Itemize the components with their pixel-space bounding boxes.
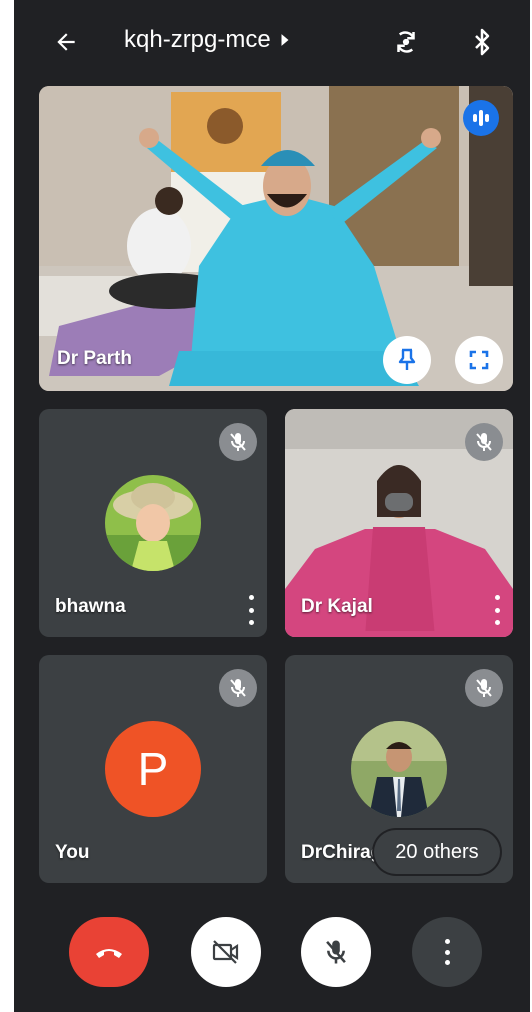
avatar xyxy=(105,475,201,571)
muted-mic-icon xyxy=(219,669,257,707)
fullscreen-button[interactable] xyxy=(455,336,503,384)
muted-mic-icon xyxy=(219,423,257,461)
participant-video xyxy=(39,86,513,391)
participant-tile[interactable]: bhawna xyxy=(39,409,267,637)
pin-icon xyxy=(398,348,416,370)
more-options-button[interactable] xyxy=(412,917,482,987)
bluetooth-icon[interactable] xyxy=(466,24,498,60)
meet-call-screen: kqh-zrpg-mce Dr Parth bhawna Dr Kajal P … xyxy=(14,0,530,1012)
avatar-initial: P xyxy=(105,721,201,817)
participant-name: You xyxy=(55,842,90,863)
muted-mic-icon xyxy=(465,669,503,707)
mic-off-icon xyxy=(326,940,346,964)
participant-tile-self[interactable]: P You xyxy=(39,655,267,883)
pin-button[interactable] xyxy=(383,336,431,384)
camera-off-icon xyxy=(212,940,239,964)
back-arrow-icon[interactable] xyxy=(50,26,82,58)
participant-name: Dr Parth xyxy=(57,348,132,369)
avatar xyxy=(351,721,447,817)
participant-tile[interactable]: Dr Kajal xyxy=(285,409,513,637)
caret-right-icon xyxy=(281,34,289,46)
participant-name: Dr Kajal xyxy=(301,596,373,617)
participant-name: bhawna xyxy=(55,596,126,617)
more-options-icon[interactable] xyxy=(245,595,257,625)
mic-toggle-button[interactable] xyxy=(301,917,371,987)
others-count-button[interactable]: 20 others xyxy=(374,830,500,874)
more-options-icon[interactable] xyxy=(491,595,503,625)
meeting-code-button[interactable]: kqh-zrpg-mce xyxy=(124,26,291,54)
muted-mic-icon xyxy=(465,423,503,461)
participant-tile-main[interactable]: Dr Parth xyxy=(39,86,513,391)
end-call-icon xyxy=(96,949,122,958)
participant-name: DrChirag xyxy=(301,842,383,863)
switch-camera-icon[interactable] xyxy=(388,24,424,60)
end-call-button[interactable] xyxy=(69,917,149,987)
speaking-indicator-icon xyxy=(463,100,499,136)
more-vert-icon xyxy=(441,939,453,965)
top-app-bar: kqh-zrpg-mce xyxy=(14,0,530,80)
fullscreen-icon xyxy=(469,350,489,370)
camera-toggle-button[interactable] xyxy=(191,917,261,987)
meeting-code: kqh-zrpg-mce xyxy=(124,26,271,53)
